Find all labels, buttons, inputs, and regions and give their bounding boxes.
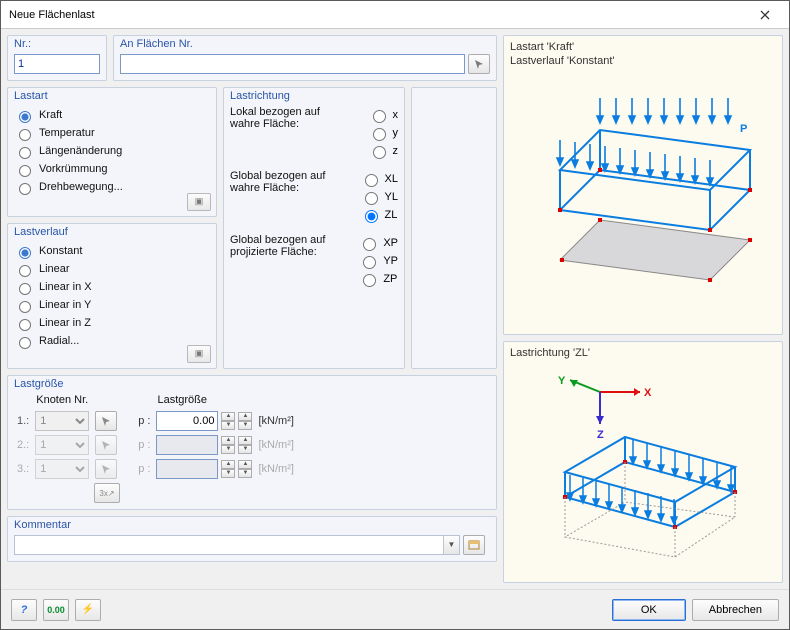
- group-lastverlauf: Lastverlauf KonstantLinearLinear in XLin…: [7, 223, 217, 369]
- lastart-option-drehbewegung-[interactable]: Drehbewegung...: [14, 178, 210, 196]
- spin-up2[interactable]: ▲: [238, 412, 252, 421]
- dir-option-zl[interactable]: ZL: [360, 206, 398, 224]
- spin-up[interactable]: ▲: [221, 412, 235, 421]
- preview2-svg: X Y Z: [510, 362, 770, 572]
- mag-input-1[interactable]: [156, 411, 218, 431]
- pick-node-1[interactable]: [95, 411, 117, 431]
- preview2-line1: Lastrichtung 'ZL': [510, 346, 776, 360]
- close-button[interactable]: [745, 4, 785, 26]
- bolt-icon: ⚡: [82, 604, 94, 615]
- svg-text:Z: Z: [597, 429, 604, 441]
- window-title: Neue Flächenlast: [9, 9, 745, 21]
- dir-option-yp[interactable]: YP: [358, 252, 398, 270]
- ok-button[interactable]: OK: [612, 599, 686, 621]
- lastverlauf-option-linear[interactable]: Linear: [14, 260, 210, 278]
- spin-up: ▲: [221, 436, 235, 445]
- lastverlauf-option-linear-in-x[interactable]: Linear in X: [14, 278, 210, 296]
- spin-down: ▼: [221, 445, 235, 454]
- units-button[interactable]: 0.00: [43, 599, 69, 621]
- svg-text:X: X: [644, 387, 652, 399]
- preview-bottom: Lastrichtung 'ZL' X Y Z: [503, 341, 783, 583]
- lastart-option-vorkr-mmung[interactable]: Vorkrümmung: [14, 160, 210, 178]
- dir-option-xl[interactable]: XL: [360, 170, 398, 188]
- dir-option-y[interactable]: y: [368, 124, 399, 142]
- col-lastgroesse: Lastgröße: [153, 394, 255, 409]
- node-select-3: 1: [35, 459, 89, 479]
- legend-lastart: Lastart: [14, 90, 210, 102]
- spin-down: ▼: [221, 469, 235, 478]
- preview1-line1: Lastart 'Kraft': [510, 40, 776, 54]
- lastart-option-l-ngen-nderung[interactable]: Längenänderung: [14, 142, 210, 160]
- dir-option-yl[interactable]: YL: [360, 188, 398, 206]
- nr-input[interactable]: [14, 54, 100, 74]
- p-label: P: [740, 123, 747, 135]
- tool-button[interactable]: ⚡: [75, 599, 101, 621]
- close-icon: [760, 10, 770, 20]
- group-an-flaechen: An Flächen Nr.: [113, 35, 497, 81]
- legend-an: An Flächen Nr.: [120, 38, 490, 50]
- lastverlauf-option-linear-in-z[interactable]: Linear in Z: [14, 314, 210, 332]
- lastart-more-button[interactable]: ▣: [187, 193, 211, 211]
- node-select-1[interactable]: 1: [35, 411, 89, 431]
- legend-kommentar: Kommentar: [14, 519, 490, 531]
- legend-lastgroesse: Lastgröße: [14, 378, 490, 390]
- pick-icon: [473, 58, 485, 70]
- pick-node-3: [95, 459, 117, 479]
- footer: ? 0.00 ⚡ OK Abbrechen: [1, 589, 789, 629]
- kommentar-input[interactable]: [14, 535, 460, 555]
- dir-group-label: Global bezogen auf projizierte Fläche:: [230, 234, 334, 288]
- pick-node-2: [95, 435, 117, 455]
- kommentar-library-button[interactable]: [463, 535, 485, 555]
- dir-option-z[interactable]: z: [368, 142, 399, 160]
- pick-surface-button[interactable]: [468, 54, 490, 74]
- lastverlauf-option-radial-[interactable]: Radial...: [14, 332, 210, 350]
- legend-lastrichtung: Lastrichtung: [230, 90, 398, 102]
- dir-group-label: Global bezogen auf wahre Fläche:: [230, 170, 334, 224]
- mag-input-2: [156, 435, 218, 455]
- group-lastgroesse: Lastgröße Knoten Nr. Lastgröße 1.:1p :▲▼…: [7, 375, 497, 510]
- mag-input-3: [156, 459, 218, 479]
- preview-top: Lastart 'Kraft' Lastverlauf 'Konstant': [503, 35, 783, 335]
- group-lastart: Lastart KraftTemperaturLängenänderungVor…: [7, 87, 217, 217]
- lastart-option-temperatur[interactable]: Temperatur: [14, 124, 210, 142]
- legend-lastverlauf: Lastverlauf: [14, 226, 210, 238]
- kommentar-dropdown-button[interactable]: ▼: [443, 536, 459, 554]
- library-icon: [468, 539, 480, 551]
- lastgroesse-row: 1.:1p :▲▼▲▼[kN/m²]: [14, 409, 297, 433]
- spin-down[interactable]: ▼: [221, 421, 235, 430]
- cancel-button[interactable]: Abbrechen: [692, 599, 779, 621]
- col-knoten: Knoten Nr.: [32, 394, 92, 409]
- spin-down2: ▼: [238, 445, 252, 454]
- lastgroesse-row: 3.:1p :▲▼▲▼[kN/m²]: [14, 457, 297, 481]
- spin-down2[interactable]: ▼: [238, 421, 252, 430]
- titlebar: Neue Flächenlast: [1, 1, 789, 29]
- lastverlauf-option-konstant[interactable]: Konstant: [14, 242, 210, 260]
- dir-option-zp[interactable]: ZP: [358, 270, 398, 288]
- spin-up: ▲: [221, 460, 235, 469]
- multi-assign-button[interactable]: 3x↗: [94, 483, 120, 503]
- lastverlauf-option-linear-in-y[interactable]: Linear in Y: [14, 296, 210, 314]
- lastverlauf-more-button[interactable]: ▣: [187, 345, 211, 363]
- group-kommentar: Kommentar ▼: [7, 516, 497, 562]
- spin-up2: ▲: [238, 460, 252, 469]
- legend-nr: Nr.:: [14, 38, 100, 50]
- an-flaechen-input[interactable]: [120, 54, 465, 74]
- dir-option-xp[interactable]: XP: [358, 234, 398, 252]
- node-select-2: 1: [35, 435, 89, 455]
- lastgroesse-row: 2.:1p :▲▼▲▼[kN/m²]: [14, 433, 297, 457]
- group-lastrichtung: Lastrichtung Lokal bezogen auf wahre Flä…: [223, 87, 405, 369]
- dir-option-x[interactable]: x: [368, 106, 399, 124]
- preview1-line2: Lastverlauf 'Konstant': [510, 54, 776, 68]
- lastart-option-kraft[interactable]: Kraft: [14, 106, 210, 124]
- dir-group-label: Lokal bezogen auf wahre Fläche:: [230, 106, 334, 160]
- preview1-svg: P: [510, 70, 770, 320]
- svg-text:Y: Y: [558, 375, 566, 387]
- spin-down2: ▼: [238, 469, 252, 478]
- help-icon: ?: [21, 604, 28, 616]
- help-button[interactable]: ?: [11, 599, 37, 621]
- group-nr: Nr.:: [7, 35, 107, 81]
- spin-up2: ▲: [238, 436, 252, 445]
- group-spare: [411, 87, 497, 369]
- units-icon: 0.00: [47, 605, 65, 615]
